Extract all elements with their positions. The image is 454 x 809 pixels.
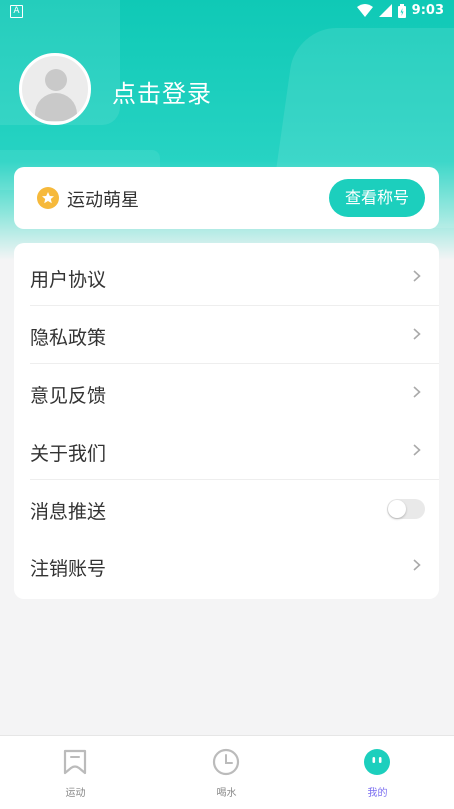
avatar[interactable] (19, 53, 91, 125)
settings-menu: 用户协议 隐私政策 意见反馈 关于我们 消息推送 注销账号 (14, 243, 439, 599)
chevron-right-icon (413, 270, 421, 282)
menu-item-feedback[interactable]: 意见反馈 (14, 364, 439, 422)
battery-icon (397, 3, 406, 18)
menu-item-push-notifications: 消息推送 (14, 480, 439, 538)
avatar-head (45, 69, 67, 91)
tab-label: 喝水 (216, 788, 237, 799)
tab-label: 我的 (367, 788, 388, 799)
tab-label: 运动 (65, 788, 86, 799)
menu-item-label: 隐私政策 (30, 327, 107, 349)
wifi-icon (356, 4, 373, 17)
chevron-right-icon (413, 559, 421, 571)
menu-item-label: 关于我们 (30, 443, 107, 465)
bottom-tab-bar: 运动 喝水 我的 (0, 735, 454, 809)
chevron-right-icon (413, 386, 421, 398)
status-bar: A 9:03 (0, 0, 454, 24)
clock-icon (212, 748, 240, 776)
menu-item-label: 消息推送 (30, 501, 107, 523)
push-notifications-toggle[interactable] (387, 499, 425, 519)
menu-item-delete-account[interactable]: 注销账号 (14, 537, 439, 595)
signal-icon (378, 4, 392, 17)
status-time: 9:03 (411, 3, 444, 18)
exercise-icon (63, 749, 87, 775)
status-icons: 9:03 (356, 3, 444, 18)
badge-card: 运动萌星 查看称号 (14, 167, 439, 229)
chevron-right-icon (413, 328, 421, 340)
menu-item-label: 注销账号 (30, 558, 107, 580)
avatar-body (35, 93, 77, 121)
menu-item-privacy-policy[interactable]: 隐私政策 (14, 306, 439, 364)
menu-item-about-us[interactable]: 关于我们 (14, 422, 439, 480)
tab-drink-water[interactable]: 喝水 (151, 736, 302, 809)
menu-item-label: 意见反馈 (30, 385, 107, 407)
tab-exercise[interactable]: 运动 (0, 736, 151, 809)
view-titles-button[interactable]: 查看称号 (329, 179, 425, 217)
badge-title: 运动萌星 (67, 190, 139, 211)
menu-item-label: 用户协议 (30, 269, 107, 291)
star-medal-icon (37, 187, 59, 209)
tab-mine[interactable]: 我的 (302, 736, 453, 809)
menu-item-user-agreement[interactable]: 用户协议 (14, 248, 439, 306)
toggle-knob (388, 500, 406, 518)
mine-face-icon (364, 749, 390, 775)
login-link[interactable]: 点击登录 (112, 74, 212, 109)
chevron-right-icon (413, 444, 421, 456)
app-indicator-icon: A (10, 5, 23, 18)
